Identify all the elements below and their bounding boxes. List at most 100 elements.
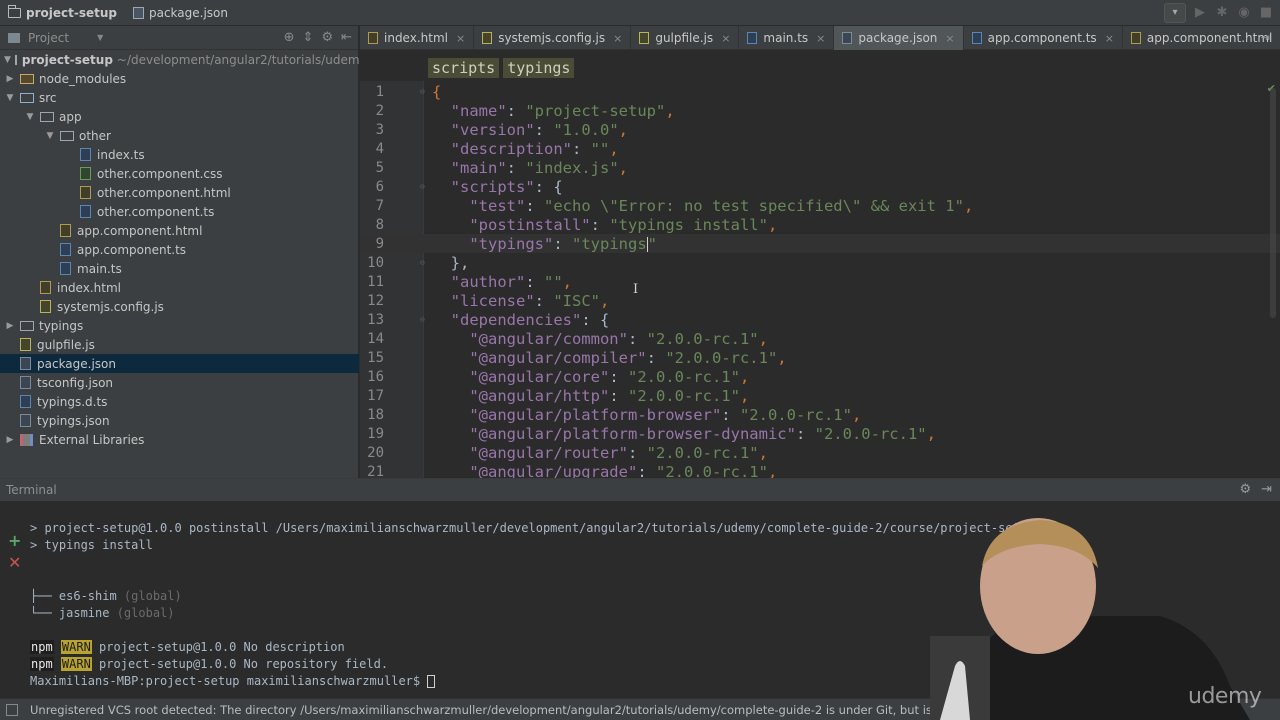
code-line[interactable]: 6 ⊖ "scripts": { bbox=[360, 177, 1280, 196]
stop-icon[interactable]: ■ bbox=[1258, 5, 1274, 21]
breadcrumb-typings[interactable]: typings bbox=[503, 58, 575, 78]
code-line[interactable]: 18 "@angular/platform-browser": "2.0.0-r… bbox=[360, 405, 1280, 424]
code-line[interactable]: 9 "typings": "typings" bbox=[360, 234, 1280, 253]
close-tab-icon[interactable]: × bbox=[721, 32, 730, 45]
tool-windows-icon[interactable] bbox=[6, 703, 18, 716]
code-line[interactable]: 5 "main": "index.js", bbox=[360, 158, 1280, 177]
tree-item-typings-json[interactable]: typings.json bbox=[0, 411, 359, 430]
code-line[interactable]: 1 ⊖{ bbox=[360, 82, 1280, 101]
expanded-arrow-icon[interactable]: ▼ bbox=[4, 93, 16, 103]
fold-marker-icon[interactable]: ⊖ bbox=[420, 87, 430, 96]
nav-crumb-project[interactable]: project-setup bbox=[0, 0, 125, 26]
tree-item-index-html[interactable]: index.html bbox=[0, 278, 359, 297]
run-config-dropdown[interactable]: ▾ bbox=[1164, 3, 1186, 23]
coverage-icon[interactable]: ◉ bbox=[1236, 5, 1252, 21]
tree-item-other-component-ts[interactable]: other.component.ts bbox=[0, 202, 359, 221]
expanded-arrow-icon[interactable]: ▼ bbox=[44, 131, 56, 141]
tab-gulpfile-js[interactable]: gulpfile.js × bbox=[631, 26, 740, 50]
tree-item-other-component-css[interactable]: other.component.css bbox=[0, 164, 359, 183]
close-tab-icon[interactable]: × bbox=[816, 32, 825, 45]
code-line[interactable]: 7 "test": "echo \"Error: no test specifi… bbox=[360, 196, 1280, 215]
close-terminal-icon[interactable]: ✕ bbox=[8, 553, 21, 572]
close-tab-icon[interactable]: × bbox=[945, 32, 954, 45]
tree-item-main-ts[interactable]: main.ts bbox=[0, 259, 359, 278]
tree-item-package-json[interactable]: package.json bbox=[0, 354, 359, 373]
code-text: "license": "ISC", bbox=[450, 291, 610, 310]
tree-item-label: tsconfig.json bbox=[37, 375, 114, 390]
tab-systemjs-config-js[interactable]: systemjs.config.js × bbox=[474, 26, 632, 50]
line-number: 2 bbox=[375, 102, 384, 119]
tree-item-external-libraries[interactable]: ▶ External Libraries bbox=[0, 430, 359, 449]
close-tab-icon[interactable]: × bbox=[613, 32, 622, 45]
tree-item-other[interactable]: ▼ other bbox=[0, 126, 359, 145]
collapsed-arrow-icon[interactable]: ▶ bbox=[4, 321, 16, 331]
code-editor[interactable]: scripts typings 1 ⊖{2 "name": "project-set… bbox=[360, 50, 1280, 478]
hide-panel-icon[interactable]: ⇥ bbox=[1261, 482, 1272, 497]
breadcrumb-scripts[interactable]: scripts bbox=[428, 58, 500, 78]
tree-item-tsconfig-json[interactable]: tsconfig.json bbox=[0, 373, 359, 392]
code-line[interactable]: 12 "license": "ISC", bbox=[360, 291, 1280, 310]
terminal-cursor bbox=[427, 675, 436, 688]
fold-marker-icon[interactable]: ⊖ bbox=[420, 258, 430, 267]
tree-item-systemjs-config-js[interactable]: systemjs.config.js bbox=[0, 297, 359, 316]
tab-main-ts[interactable]: main.ts × bbox=[739, 26, 835, 50]
code-line[interactable]: 10 ⊖ }, bbox=[360, 253, 1280, 272]
editor-scrollbar[interactable] bbox=[1270, 88, 1276, 318]
run-icon[interactable]: ▶ bbox=[1192, 5, 1208, 21]
code-line[interactable]: 8 "postinstall": "typings install", bbox=[360, 215, 1280, 234]
code-line[interactable]: 2 "name": "project-setup", bbox=[360, 101, 1280, 120]
project-panel-tools: ⊕ ⇕ ⚙ ⇤ bbox=[284, 30, 352, 45]
tree-item-gulpfile-js[interactable]: gulpfile.js bbox=[0, 335, 359, 354]
tree-item-app-component-ts[interactable]: app.component.ts bbox=[0, 240, 359, 259]
code-line[interactable]: 19 "@angular/platform-browser-dynamic": … bbox=[360, 424, 1280, 443]
locate-icon[interactable]: ⊕ bbox=[284, 30, 295, 45]
tree-item-label: node_modules bbox=[39, 71, 127, 86]
code-line[interactable]: 21 "@angular/upgrade": "2.0.0-rc.1", bbox=[360, 462, 1280, 479]
expanded-arrow-icon[interactable]: ▼ bbox=[24, 112, 36, 122]
tree-item-label: typings.json bbox=[37, 413, 110, 428]
nav-crumb-file[interactable]: package.json bbox=[125, 0, 236, 26]
html-file-icon bbox=[1130, 32, 1141, 44]
collapsed-arrow-icon[interactable]: ▶ bbox=[4, 74, 16, 84]
status-message[interactable]: Unregistered VCS root detected: The dire… bbox=[30, 703, 986, 717]
tab-app-component-html[interactable]: app.component.html× bbox=[1123, 26, 1280, 50]
terminal-tools: ⚙ ⇥ bbox=[1239, 482, 1272, 497]
gear-icon[interactable]: ⚙ bbox=[321, 30, 333, 45]
code-line[interactable]: 14 "@angular/common": "2.0.0-rc.1", bbox=[360, 329, 1280, 348]
tab-package-json[interactable]: package.json × bbox=[834, 26, 964, 50]
code-line[interactable]: 3 "version": "1.0.0", bbox=[360, 120, 1280, 139]
expanded-arrow-icon[interactable]: ▼ bbox=[4, 55, 11, 65]
code-line[interactable]: 11 "author": "", bbox=[360, 272, 1280, 291]
collapse-all-icon[interactable]: ⇕ bbox=[303, 30, 314, 45]
hide-panel-icon[interactable]: ⇤ bbox=[341, 30, 352, 45]
tree-item-typings-d-ts[interactable]: typings.d.ts bbox=[0, 392, 359, 411]
tree-item-src[interactable]: ▼ src bbox=[0, 88, 359, 107]
close-tab-icon[interactable]: × bbox=[456, 32, 465, 45]
tab-app-component-ts[interactable]: app.component.ts × bbox=[964, 26, 1123, 50]
new-terminal-plus-icon[interactable]: + bbox=[8, 531, 21, 550]
tab-overflow-icon[interactable]: ⇥ bbox=[1261, 31, 1270, 44]
tree-item-app[interactable]: ▼ app bbox=[0, 107, 359, 126]
code-line[interactable]: 17 "@angular/http": "2.0.0-rc.1", bbox=[360, 386, 1280, 405]
code-line[interactable]: 15 "@angular/compiler": "2.0.0-rc.1", bbox=[360, 348, 1280, 367]
debug-icon[interactable]: ✱ bbox=[1214, 5, 1230, 21]
collapsed-arrow-icon[interactable]: ▶ bbox=[4, 435, 16, 445]
chevron-down-icon[interactable]: ▼ bbox=[97, 33, 103, 42]
tree-item-app-component-html[interactable]: app.component.html bbox=[0, 221, 359, 240]
json-file-icon bbox=[20, 357, 31, 370]
tree-item-index-ts[interactable]: index.ts bbox=[0, 145, 359, 164]
fold-marker-icon[interactable]: ⊖ bbox=[420, 315, 430, 324]
code-line[interactable]: 16 "@angular/core": "2.0.0-rc.1", bbox=[360, 367, 1280, 386]
code-line[interactable]: 20 "@angular/router": "2.0.0-rc.1", bbox=[360, 443, 1280, 462]
code-line[interactable]: 13 ⊖ "dependencies": { bbox=[360, 310, 1280, 329]
tree-item-node-modules[interactable]: ▶ node_modules bbox=[0, 69, 359, 88]
code-line[interactable]: 4 "description": "", bbox=[360, 139, 1280, 158]
tab-index-html[interactable]: index.html × bbox=[360, 26, 475, 50]
tree-item-project-setup[interactable]: ▼ project-setup ~/development/angular2/tut… bbox=[0, 50, 371, 69]
close-tab-icon[interactable]: × bbox=[1105, 32, 1114, 45]
gear-icon[interactable]: ⚙ bbox=[1239, 482, 1251, 497]
tree-item-typings[interactable]: ▶ typings bbox=[0, 316, 359, 335]
fold-marker-icon[interactable]: ⊖ bbox=[420, 182, 430, 191]
line-number: 7 bbox=[375, 197, 384, 214]
tree-item-other-component-html[interactable]: other.component.html bbox=[0, 183, 359, 202]
